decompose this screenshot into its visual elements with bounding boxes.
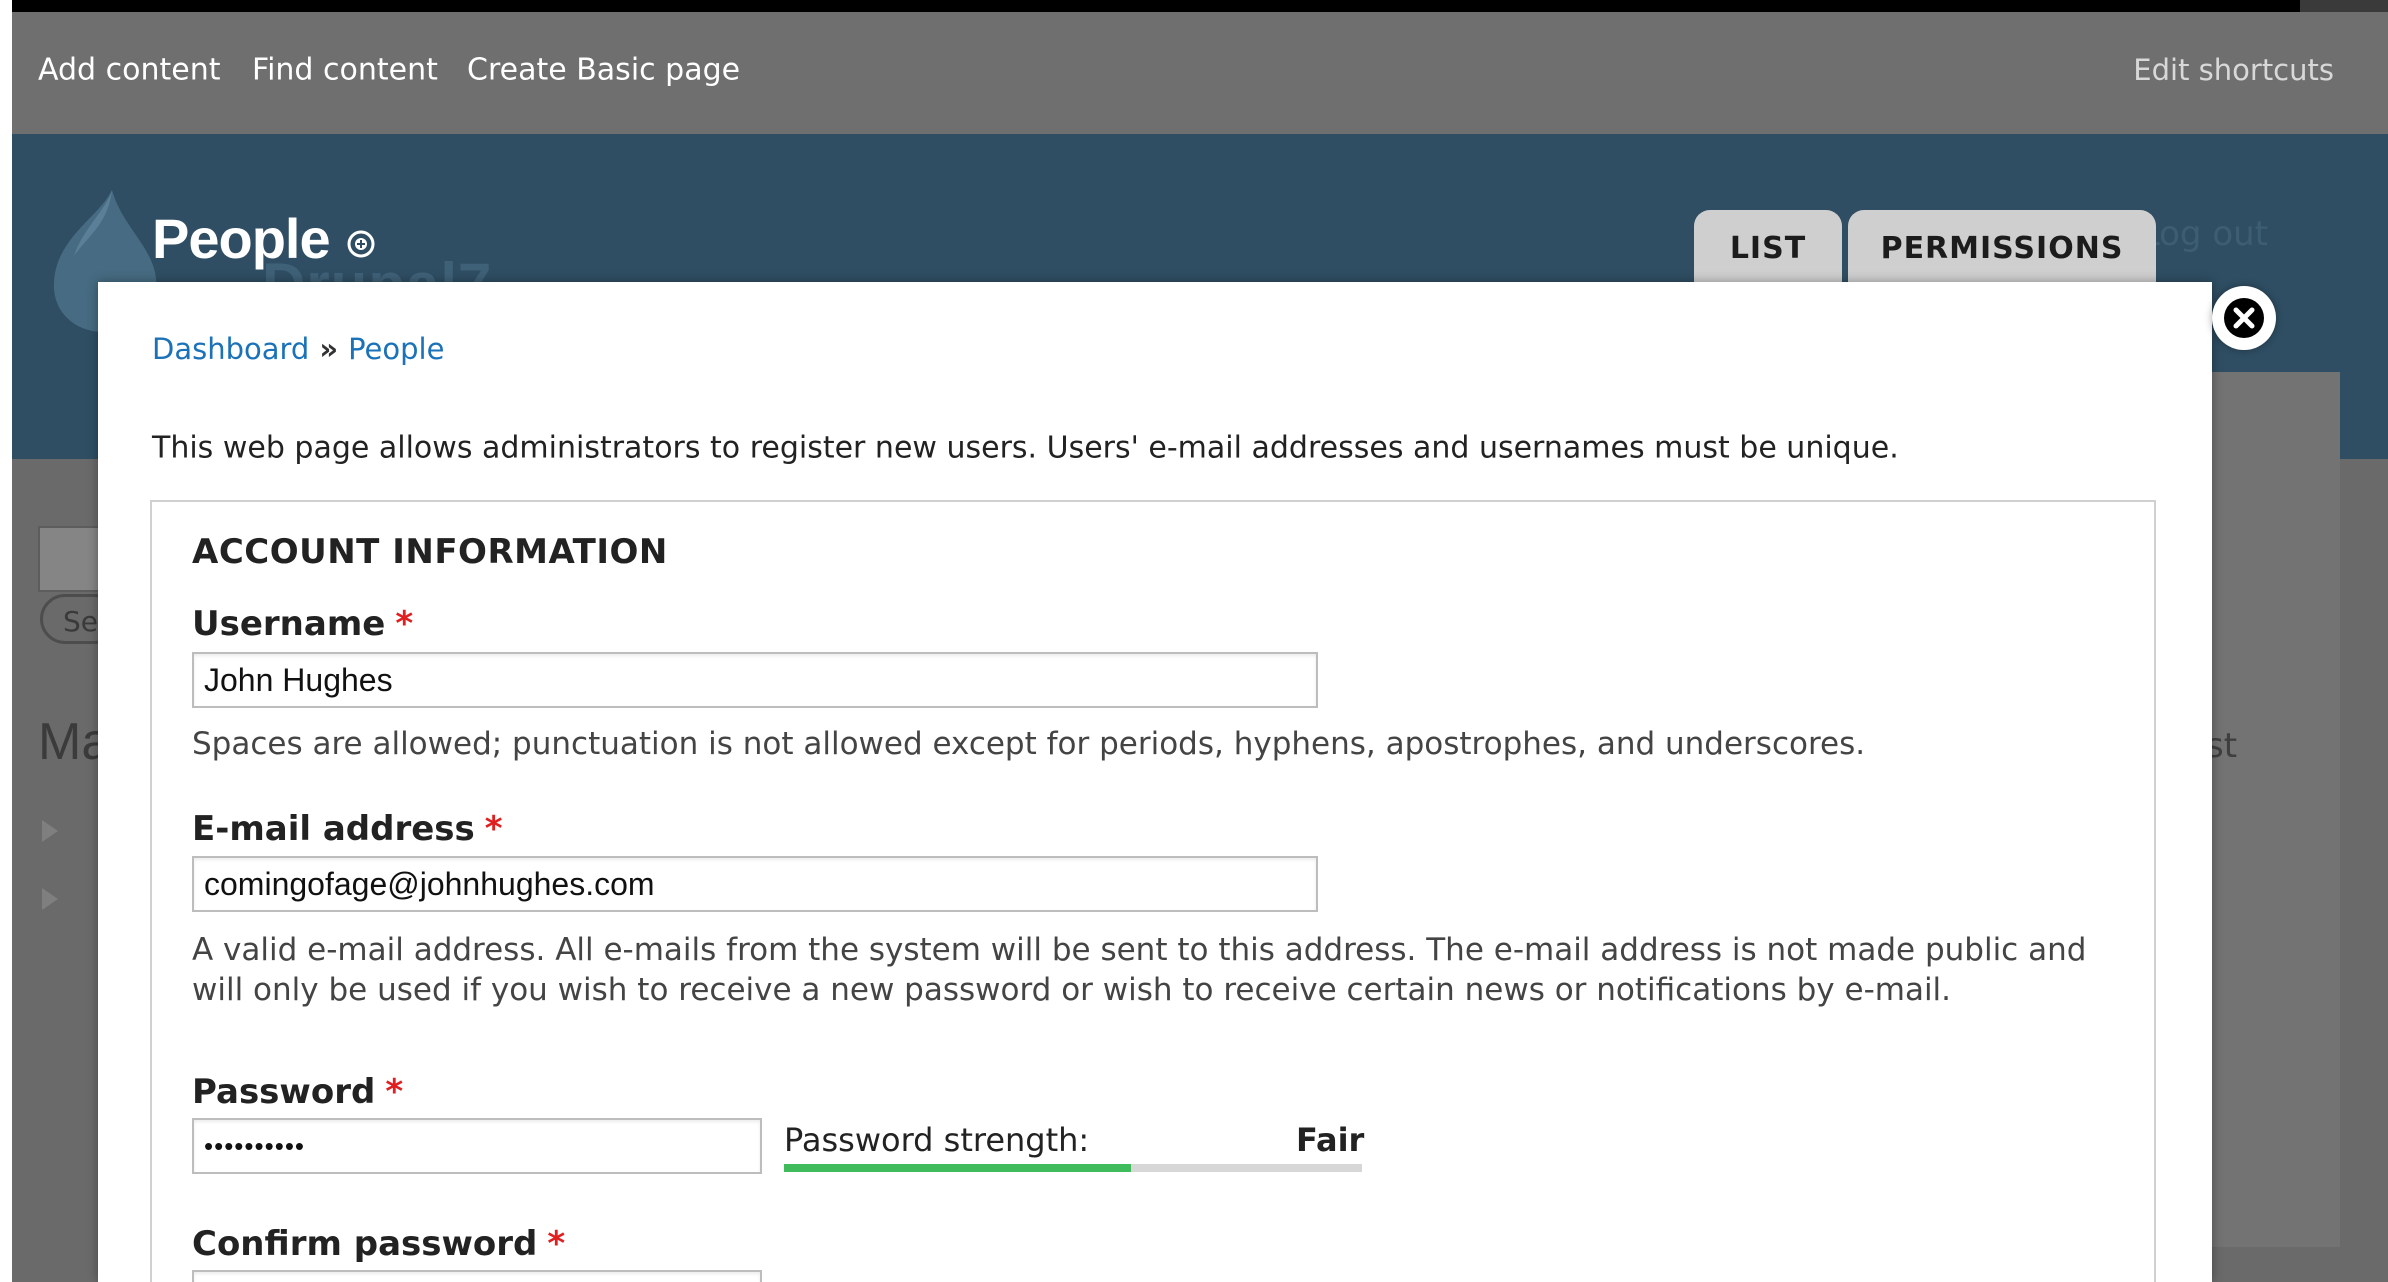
password-strength-fill	[784, 1164, 1131, 1172]
required-marker: *	[547, 1224, 566, 1264]
email-value: comingofage@johnhughes.com	[204, 865, 655, 902]
fieldset-legend: ACCOUNT INFORMATION	[192, 532, 668, 572]
password-strength-bar	[784, 1164, 1362, 1172]
background-logout-link: Log out	[2140, 214, 2268, 254]
edit-shortcuts-link[interactable]: Edit shortcuts	[2133, 53, 2334, 87]
password-strength-value: Fair	[1296, 1121, 1365, 1159]
right-panel-background	[2210, 372, 2340, 1247]
password-label-text: Password	[192, 1072, 376, 1112]
required-marker: *	[395, 604, 414, 644]
password-strength-label: Password strength:	[784, 1121, 1090, 1159]
email-description-line1: A valid e-mail address. All e-mails from…	[192, 932, 2087, 968]
tab-permissions[interactable]: PERMISSIONS	[1848, 210, 2156, 286]
shortcut-add-content[interactable]: Add content	[38, 53, 220, 88]
confirm-password-label-text: Confirm password	[192, 1224, 538, 1264]
page-title-group: People	[152, 206, 376, 271]
background-bullet-icon	[42, 820, 58, 842]
email-label: E-mail address *	[192, 809, 503, 849]
page-title: People	[152, 207, 331, 270]
close-icon	[2224, 298, 2264, 338]
password-input[interactable]: ••••••••••	[192, 1118, 762, 1174]
required-marker: *	[484, 809, 503, 849]
add-circle-icon[interactable]	[346, 229, 376, 259]
email-label-text: E-mail address	[192, 809, 475, 849]
admin-toolbar	[12, 0, 2388, 45]
email-input[interactable]: comingofage@johnhughes.com	[192, 856, 1318, 912]
confirm-password-input[interactable]	[192, 1270, 762, 1282]
email-description-line2: will only be used if you wish to receive…	[192, 972, 1952, 1008]
shortcut-create-basic-page[interactable]: Create Basic page	[467, 53, 740, 88]
username-description: Spaces are allowed; punctuation is not a…	[192, 726, 1866, 762]
username-label: Username *	[192, 604, 413, 644]
breadcrumb-people[interactable]: People	[348, 332, 444, 366]
breadcrumb: Dashboard » People	[152, 332, 444, 366]
background-bullet-icon	[42, 888, 58, 910]
shortcut-find-content[interactable]: Find content	[252, 53, 438, 88]
password-masked-value: ••••••••••	[204, 1130, 306, 1161]
username-value: John Hughes	[204, 661, 393, 698]
intro-text: This web page allows administrators to r…	[152, 430, 1899, 466]
username-label-text: Username	[192, 604, 386, 644]
breadcrumb-dashboard[interactable]: Dashboard	[152, 332, 309, 366]
app-window: Add content Find content Create Basic pa…	[0, 0, 2388, 1282]
close-button[interactable]	[2212, 286, 2276, 350]
required-marker: *	[385, 1072, 404, 1112]
breadcrumb-separator: »	[319, 332, 339, 366]
shortcut-bar: Add content Find content Create Basic pa…	[12, 12, 2388, 136]
tab-list[interactable]: LIST	[1694, 210, 1842, 286]
username-input[interactable]: John Hughes	[192, 652, 1318, 708]
confirm-password-label: Confirm password *	[192, 1224, 565, 1264]
password-label: Password *	[192, 1072, 403, 1112]
